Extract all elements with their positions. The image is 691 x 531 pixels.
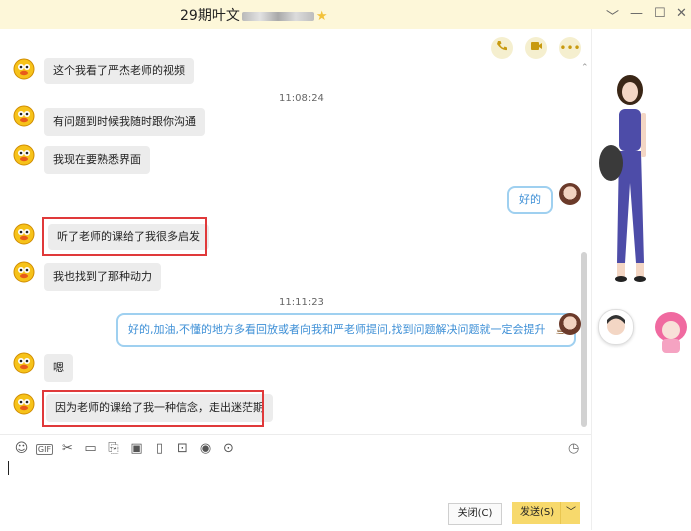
folder-icon[interactable]: ▭ <box>79 441 102 456</box>
timestamp: 11:11:23 <box>279 297 324 308</box>
duck-avatar-icon[interactable] <box>13 261 35 283</box>
message-bubble: 嗯 <box>44 354 73 382</box>
close-window-button[interactable]: ✕ <box>676 6 687 21</box>
doc-icon[interactable]: ⎘ <box>102 441 125 456</box>
duck-avatar-icon[interactable] <box>13 144 35 166</box>
duck-avatar-icon[interactable] <box>13 393 35 415</box>
shake-icon[interactable]: ▯ <box>148 441 171 456</box>
more-icon[interactable]: ⊙ <box>217 441 240 456</box>
message-bubble: 我也找到了那种动力 <box>44 263 161 291</box>
blurred-name-area <box>241 11 314 21</box>
anime-avatar-icon[interactable] <box>650 307 691 355</box>
duck-avatar-icon[interactable] <box>13 223 35 245</box>
red-packet-icon[interactable]: ⊡ <box>171 441 194 456</box>
duck-avatar-icon[interactable] <box>13 58 35 80</box>
chat-history[interactable]: ••• 这个我看了严杰老师的视频 11:08:24 有问题到时候我随时跟你沟通 … <box>0 29 591 434</box>
music-icon[interactable]: ◉ <box>194 441 217 456</box>
timestamp: 11:08:24 <box>279 93 324 104</box>
duck-avatar-icon[interactable] <box>13 105 35 127</box>
collapse-icon[interactable]: ﹀ <box>606 6 619 25</box>
show-panel <box>591 29 691 530</box>
girl-show-avatar-icon[interactable] <box>597 73 662 321</box>
close-button[interactable]: 关闭(C) <box>448 503 502 525</box>
message-bubble: 有问题到时候我随时跟你沟通 <box>44 108 205 136</box>
message-bubble: 我现在要熟悉界面 <box>44 146 150 174</box>
video-icon[interactable] <box>525 37 548 59</box>
my-avatar[interactable] <box>559 313 581 335</box>
sent-message-bubble: 好的 <box>507 186 553 214</box>
send-button[interactable]: 发送(S) ﹀ <box>512 502 580 524</box>
duck-avatar-icon[interactable] <box>13 352 35 374</box>
highlight-box <box>42 217 207 256</box>
image-icon[interactable]: ▣ <box>125 441 148 456</box>
history-clock-icon[interactable]: ◷ <box>568 441 579 456</box>
contact-name: 29期叶文 <box>180 8 240 24</box>
input-area: ☺ GIF ✂ ▭ ⎘ ▣ ▯ ⊡ ◉ ⊙ ◷ 关闭(C) 发送(S) ﹀ <box>0 434 591 531</box>
star-icon: ★ <box>315 9 328 24</box>
gif-icon[interactable]: GIF <box>33 441 56 456</box>
chevron-down-icon[interactable]: ﹀ <box>560 502 581 524</box>
window-title: 29期叶文 ★ <box>180 5 327 25</box>
my-avatar[interactable] <box>559 183 581 205</box>
scissors-icon[interactable]: ✂ <box>56 441 79 456</box>
input-toolbar: ☺ GIF ✂ ▭ ⎘ ▣ ▯ ⊡ ◉ ⊙ <box>10 441 240 456</box>
emoji-icon[interactable]: ☺ <box>10 441 33 456</box>
send-label[interactable]: 发送(S) <box>520 502 554 524</box>
text-cursor[interactable] <box>8 461 9 475</box>
more-icon[interactable]: ••• <box>559 37 581 59</box>
call-toolbar: ••• <box>483 37 581 59</box>
friend-avatar[interactable] <box>598 309 634 345</box>
maximize-button[interactable]: ☐ <box>654 6 666 21</box>
title-bar: 29期叶文 ★ ﹀ — ☐ ✕ <box>0 0 691 29</box>
gif-label: GIF <box>35 444 54 455</box>
scroll-up-icon[interactable]: ⌃ <box>581 63 589 73</box>
sent-message-bubble: 好的,加油,不懂的地方多看回放或者向我和严老师提问,找到问题解决问题就一定会提升… <box>116 313 576 347</box>
scrollbar[interactable] <box>581 252 587 427</box>
sent-message-text: 好的,加油,不懂的地方多看回放或者向我和严老师提问,找到问题解决问题就一定会提升 <box>128 323 546 336</box>
minimize-button[interactable]: — <box>630 6 643 21</box>
highlight-box <box>42 390 264 427</box>
phone-icon[interactable] <box>491 37 514 59</box>
message-bubble: 这个我看了严杰老师的视频 <box>44 58 194 84</box>
